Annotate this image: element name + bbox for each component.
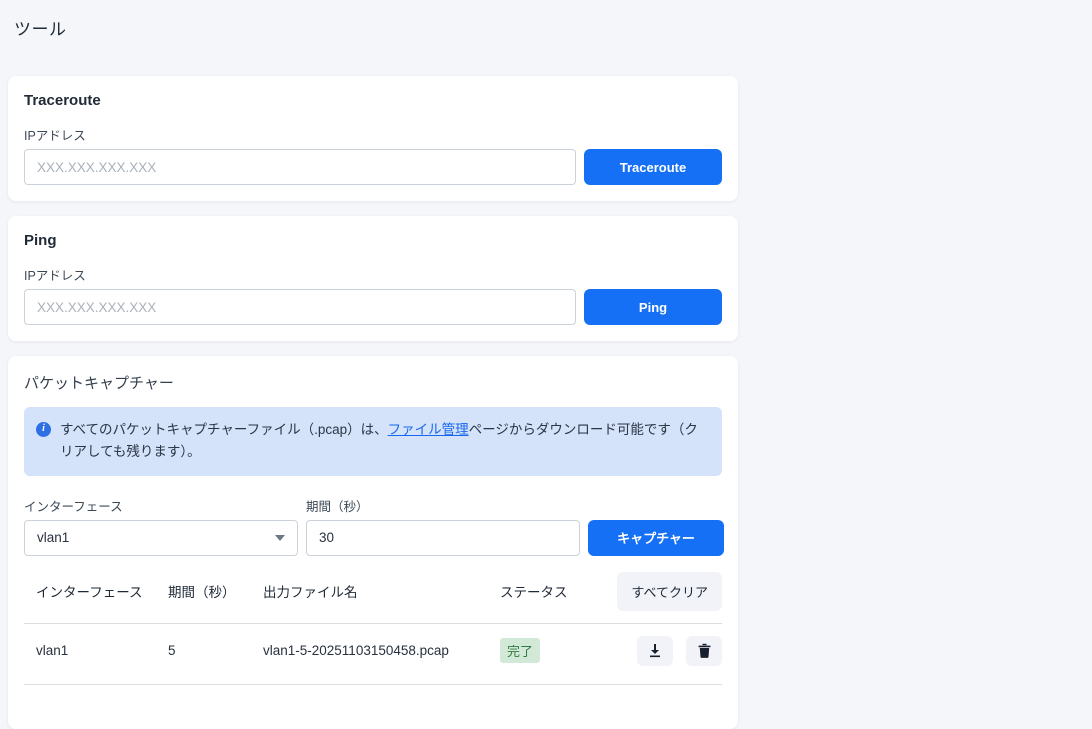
clear-all-button[interactable]: すべてクリア (617, 572, 722, 611)
ping-card: Ping IPアドレス Ping (8, 216, 738, 341)
header-status: ステータス (488, 581, 602, 601)
ping-button[interactable]: Ping (584, 289, 722, 325)
capture-button[interactable]: キャプチャー (588, 520, 724, 556)
download-icon (648, 643, 662, 658)
traceroute-card-title: Traceroute (24, 92, 722, 109)
info-banner: i すべてのパケットキャプチャーファイル（.pcap）は、ファイル管理ページから… (24, 407, 722, 476)
capture-table-header: インターフェース 期間（秒） 出力ファイル名 ステータス すべてクリア (24, 566, 722, 617)
info-text-before-link: すべてのパケットキャプチャーファイル（.pcap）は、 (60, 422, 388, 437)
ping-card-title: Ping (24, 232, 722, 249)
ping-ip-input[interactable] (24, 289, 576, 325)
packet-capture-card-title: パケットキャプチャー (24, 372, 722, 393)
table-row: vlan1 5 vlan1-5-20251103150458.pcap 完了 (24, 624, 722, 678)
page-title: ツール (14, 15, 1092, 40)
header-filename: 出力ファイル名 (251, 581, 488, 601)
info-banner-text: すべてのパケットキャプチャーファイル（.pcap）は、ファイル管理ページからダウ… (60, 419, 706, 464)
header-duration: 期間（秒） (156, 581, 251, 601)
cell-status: 完了 (488, 638, 602, 663)
traceroute-card: Traceroute IPアドレス Traceroute (8, 76, 738, 201)
info-icon: i (36, 422, 51, 437)
interface-select-value: vlan1 (37, 530, 69, 545)
trash-icon (698, 643, 711, 658)
delete-button[interactable] (686, 636, 722, 666)
download-button[interactable] (637, 636, 673, 666)
interface-select[interactable]: vlan1 (24, 520, 298, 556)
duration-input[interactable] (306, 520, 580, 556)
file-management-link[interactable]: ファイル管理 (388, 422, 469, 437)
traceroute-button[interactable]: Traceroute (584, 149, 722, 185)
status-badge: 完了 (500, 638, 540, 663)
cell-duration: 5 (156, 643, 251, 658)
interface-label: インターフェース (24, 496, 298, 515)
cell-interface: vlan1 (24, 643, 156, 658)
duration-label: 期間（秒） (306, 496, 580, 515)
traceroute-ip-label: IPアドレス (24, 125, 722, 144)
traceroute-ip-input[interactable] (24, 149, 576, 185)
cell-filename: vlan1-5-20251103150458.pcap (251, 643, 488, 658)
packet-capture-card: パケットキャプチャー i すべてのパケットキャプチャーファイル（.pcap）は、… (8, 356, 738, 729)
header-interface: インターフェース (24, 581, 156, 601)
ping-ip-label: IPアドレス (24, 265, 722, 284)
chevron-down-icon (275, 535, 285, 541)
capture-table: インターフェース 期間（秒） 出力ファイル名 ステータス すべてクリア vlan… (24, 566, 722, 713)
